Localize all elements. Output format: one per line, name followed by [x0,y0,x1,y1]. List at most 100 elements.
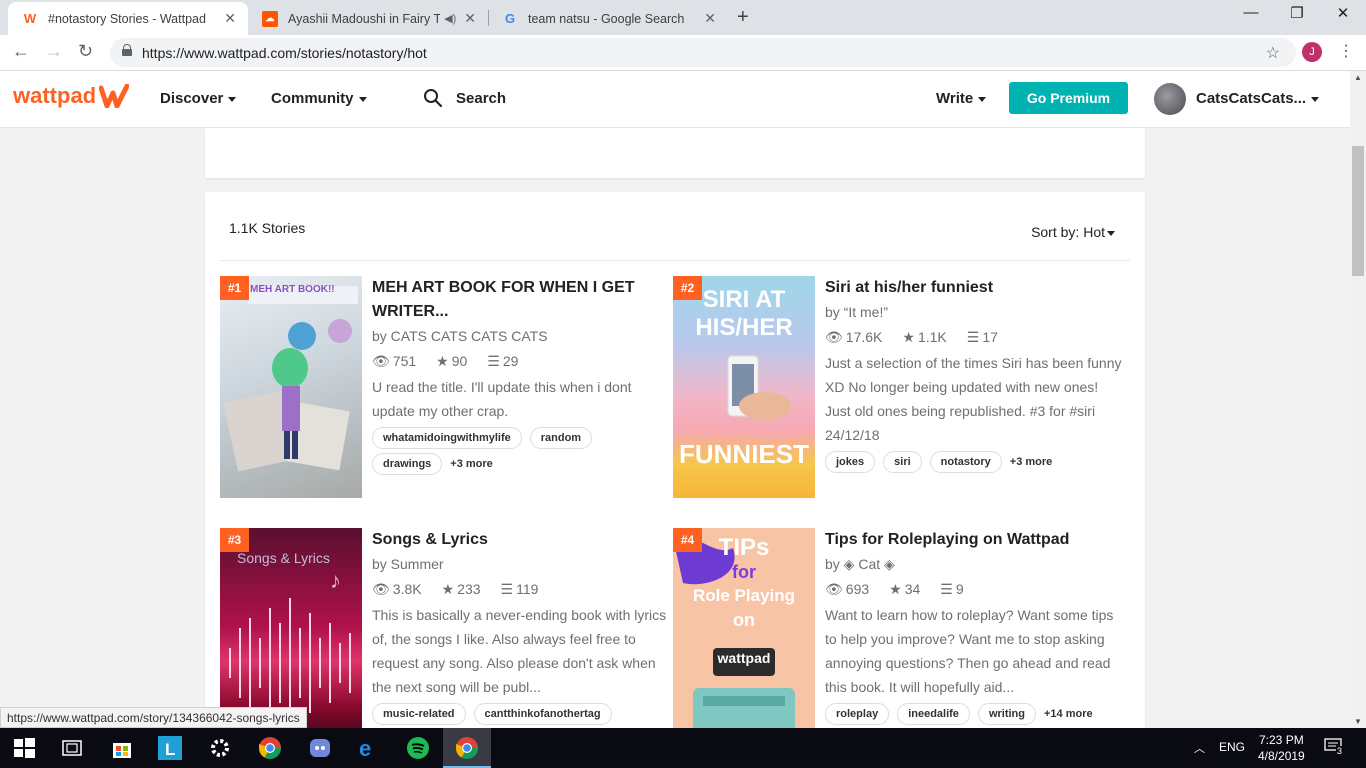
tag[interactable]: writing [977,703,1036,725]
scroll-up-icon[interactable]: ▲ [1354,73,1362,82]
views-count: 17.6K [845,329,883,345]
story-title[interactable]: Siri at his/her funniest [825,276,1125,300]
story-title-line: WRITER... [372,303,449,320]
page-scrollbar[interactable]: ▲ ▼ [1350,71,1366,728]
notifications-button[interactable]: 3 [1324,738,1344,756]
story-title[interactable]: Tips for Roleplaying on Wattpad [825,528,1125,552]
wattpad-logo[interactable]: wattpad [13,83,130,109]
tab-google[interactable]: G team natsu - Google Search ✕ [488,2,728,35]
star-icon: ★ [441,581,455,597]
chrome-icon[interactable] [258,736,282,760]
tag[interactable]: cantthinkofanothertag [473,703,612,725]
language-indicator[interactable]: ENG [1219,740,1245,754]
story-item[interactable]: TIPs for Role Playing on wattpad #4 Tips… [673,528,1128,728]
close-window-icon[interactable]: ✕ [1320,4,1366,22]
story-author[interactable]: by CATS CATS CATS CATS [372,325,672,347]
menu-kebab-icon[interactable]: ⋮ [1338,41,1354,61]
tag[interactable]: random [529,427,593,449]
top-card [205,128,1145,178]
tray-expand-icon[interactable]: ︿ [1194,740,1205,756]
svg-text:e: e [359,736,371,760]
tag[interactable]: notastory [929,451,1002,473]
scroll-down-icon[interactable]: ▼ [1354,717,1362,726]
close-tab-icon[interactable]: ✕ [224,10,236,27]
close-tab-icon[interactable]: ✕ [464,10,476,27]
story-author[interactable]: by “It me!” [825,301,1125,323]
store-icon[interactable] [110,736,134,760]
google-favicon-icon: G [504,11,516,26]
story-item[interactable]: ♪ ♫ Songs & Lyrics #3 Songs & Lyrics by … [220,528,675,728]
tag[interactable]: roleplay [825,703,890,725]
windows-start-icon[interactable] [12,736,36,760]
settings-gear-icon[interactable] [208,736,232,760]
discover-menu[interactable]: Discover [160,90,237,107]
lock-icon [122,44,132,56]
story-cover[interactable]: TIPs for Role Playing on wattpad #4 [673,528,815,728]
write-menu[interactable]: Write [936,90,987,107]
parts-stat: ☰ 29 [487,349,518,373]
list-icon: ☰ [940,581,953,597]
tag[interactable]: drawings [372,453,443,475]
address-bar[interactable]: https://www.wattpad.com/stories/notastor… [110,38,1296,67]
story-author[interactable]: by ◈ Cat ◈ [825,553,1125,575]
story-author[interactable]: by Summer [372,553,672,575]
user-menu[interactable]: CatsCatsCats... [1196,90,1320,107]
back-icon[interactable]: ← [12,41,30,62]
new-tab-icon[interactable]: + [737,6,749,29]
rank-badge: #2 [673,276,702,300]
story-title[interactable]: Songs & Lyrics [372,528,672,552]
speaker-icon[interactable]: ◀) [444,12,456,25]
write-label: Write [936,90,974,107]
story-item[interactable]: SIRI AT HIS/HER FUNNIEST #2 Siri at his/… [673,276,1128,501]
story-description: Just a selection of the times Siri has b… [825,355,1122,443]
story-description: Want to learn how to roleplay? Want some… [825,607,1114,695]
caret-down-icon [228,96,237,102]
tag[interactable]: jokes [825,451,876,473]
more-tags[interactable]: +3 more [1010,456,1053,468]
profile-avatar[interactable]: J [1302,42,1322,62]
tag[interactable]: music-related [372,703,466,725]
more-tags[interactable]: +14 more [1044,708,1093,720]
status-bar-url: https://www.wattpad.com/story/134366042-… [0,707,307,728]
edge-icon[interactable]: e [356,736,380,760]
go-premium-button[interactable]: Go Premium [1009,82,1128,114]
tab-ayashii[interactable]: ☁ Ayashii Madoushi in Fairy Tai ◀) ✕ [248,2,488,35]
spotify-icon[interactable] [406,736,430,760]
votes-stat: ★ 1.1K [902,325,946,349]
user-avatar[interactable] [1154,83,1186,115]
parts-count: 29 [502,353,519,369]
views-count: 751 [392,353,417,369]
parts-count: 17 [982,329,998,345]
tag[interactable]: siri [883,451,922,473]
svg-text:L: L [165,740,175,759]
star-icon: ★ [436,353,449,369]
bookmark-star-icon[interactable]: ☆ [1266,43,1280,63]
tag[interactable]: ineedalife [897,703,970,725]
system-clock[interactable]: 7:23 PM 4/8/2019 [1258,732,1305,764]
close-tab-icon[interactable]: ✕ [704,10,716,27]
restore-icon[interactable]: ❐ [1274,4,1320,22]
l-app-icon[interactable]: L [158,736,182,760]
story-cover[interactable]: SIRI AT HIS/HER FUNNIEST #2 [673,276,815,498]
story-item[interactable]: MEH ART BOOK!! #1 MEH ART BOOK FOR WHEN … [220,276,675,501]
search-button[interactable]: Search [423,88,506,108]
scrollbar-thumb[interactable] [1352,146,1364,276]
story-cover[interactable]: ♪ ♫ Songs & Lyrics #3 [220,528,362,728]
story-cover[interactable]: MEH ART BOOK!! #1 [220,276,362,498]
tab-title: Ayashii Madoushi in Fairy Tai [288,11,441,26]
more-tags[interactable]: +3 more [450,458,493,470]
community-menu[interactable]: Community [271,90,367,107]
rank-badge: #1 [220,276,249,300]
parts-count: 9 [955,581,964,597]
task-view-icon[interactable] [60,736,84,760]
active-chrome-taskbar-item[interactable] [443,728,491,768]
tag[interactable]: whatamidoingwithmylife [372,427,522,449]
tab-wattpad[interactable]: W #notastory Stories - Wattpad ✕ [8,2,248,35]
sort-dropdown[interactable]: Sort by: Hot [1031,224,1115,240]
story-title[interactable]: MEH ART BOOK FOR WHEN I GET WRITER... [372,276,672,324]
discord-icon[interactable] [308,736,332,760]
reload-icon[interactable]: ↻ [78,41,93,62]
list-icon: ☰ [966,329,980,345]
minimize-icon[interactable]: — [1228,4,1274,21]
forward-icon[interactable]: → [45,41,63,62]
